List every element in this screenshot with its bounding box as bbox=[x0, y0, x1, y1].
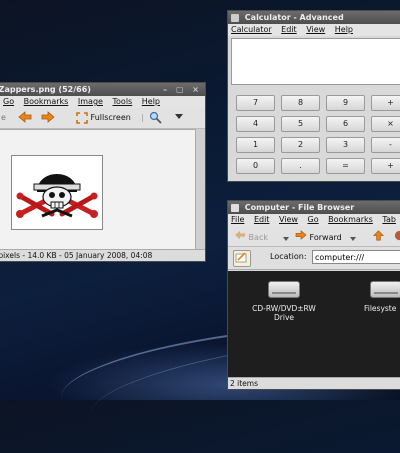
zoom-button[interactable] bbox=[149, 111, 162, 125]
menu-go[interactable]: Go bbox=[3, 97, 14, 106]
arrow-right-icon bbox=[41, 111, 55, 123]
arrow-up-icon bbox=[373, 230, 384, 241]
forward-button[interactable]: Forward bbox=[295, 230, 342, 242]
file-browser-title: Computer - File Browser bbox=[244, 203, 355, 212]
chevron-down-icon bbox=[175, 114, 183, 119]
viewer-toolbar: e Fullscreen | bbox=[0, 108, 205, 129]
image-canvas[interactable] bbox=[0, 129, 205, 249]
next-button[interactable] bbox=[41, 111, 55, 125]
fullscreen-button[interactable]: Fullscreen bbox=[76, 111, 131, 125]
location-input[interactable] bbox=[312, 250, 400, 264]
up-button[interactable] bbox=[373, 230, 384, 243]
viewer-titlebar[interactable]: zZappers.png (52/66) – ▢ × bbox=[0, 83, 205, 96]
hard-drive-icon bbox=[370, 281, 400, 298]
file-icon-view[interactable]: CD-RW/DVD±RW Drive Filesyste bbox=[228, 271, 400, 377]
edit-icon bbox=[235, 252, 247, 263]
menu-view[interactable]: View bbox=[279, 215, 298, 224]
location-label: Location: bbox=[270, 252, 307, 261]
menu-help[interactable]: Help bbox=[142, 97, 160, 106]
menu-edit[interactable]: Edit bbox=[254, 215, 270, 224]
menu-calculator[interactable]: Calculator bbox=[231, 25, 272, 34]
calculator-titlebar[interactable]: Calculator - Advanced bbox=[228, 11, 400, 24]
arrow-left-icon bbox=[18, 111, 32, 123]
location-bar: Location: bbox=[228, 247, 400, 270]
file-item-filesystem[interactable]: Filesyste bbox=[356, 281, 400, 313]
file-browser-window[interactable]: Computer - File Browser File Edit View G… bbox=[227, 200, 400, 390]
skull-crossbones-image bbox=[16, 174, 98, 218]
menu-view[interactable]: View bbox=[306, 25, 325, 34]
chevron-down-icon bbox=[283, 237, 289, 241]
viewer-window-controls[interactable]: – ▢ × bbox=[163, 83, 202, 96]
toggle-location-button[interactable] bbox=[233, 250, 251, 267]
menu-tabs[interactable]: Tab bbox=[382, 215, 396, 224]
previous-button[interactable] bbox=[18, 111, 32, 125]
arrow-right-icon bbox=[295, 230, 307, 240]
fullscreen-icon bbox=[76, 111, 88, 124]
file-browser-statusbar: 2 items bbox=[228, 377, 400, 389]
key-decimal[interactable]: . bbox=[281, 158, 320, 174]
file-item-cd-drive[interactable]: CD-RW/DVD±RW Drive bbox=[244, 281, 324, 322]
menu-bookmarks[interactable]: Bookmarks bbox=[328, 215, 373, 224]
key-9[interactable]: 9 bbox=[326, 95, 365, 111]
image-preview bbox=[11, 155, 103, 230]
image-viewer-window[interactable]: zZappers.png (52/66) – ▢ × Go Bookmarks … bbox=[0, 82, 206, 262]
file-browser-toolbar: Back Forward bbox=[228, 226, 400, 247]
menu-edit[interactable]: Edit bbox=[281, 25, 297, 34]
fullscreen-label: Fullscreen bbox=[90, 113, 131, 122]
calculator-display[interactable] bbox=[231, 38, 400, 85]
file-item-label: Filesyste bbox=[364, 304, 397, 313]
calculator-app-icon bbox=[231, 13, 239, 22]
viewer-menubar: Go Bookmarks Image Tools Help bbox=[0, 96, 205, 108]
key-add[interactable]: + bbox=[371, 158, 400, 174]
toolbar-partial-label[interactable]: e bbox=[1, 111, 6, 125]
file-browser-titlebar[interactable]: Computer - File Browser bbox=[228, 201, 400, 214]
key-5[interactable]: 5 bbox=[281, 116, 320, 132]
key-6[interactable]: 6 bbox=[326, 116, 365, 132]
key-0[interactable]: 0 bbox=[236, 158, 275, 174]
viewer-statusbar: t pixels - 14.0 KB - 05 January 2008, 04… bbox=[0, 249, 205, 261]
key-1[interactable]: 1 bbox=[236, 137, 275, 153]
viewer-title: zZappers.png (52/66) bbox=[0, 85, 91, 94]
menu-bookmarks[interactable]: Bookmarks bbox=[24, 97, 69, 106]
menu-help[interactable]: Help bbox=[335, 25, 353, 34]
menu-image[interactable]: Image bbox=[78, 97, 103, 106]
file-browser-menubar: File Edit View Go Bookmarks Tab bbox=[228, 214, 400, 226]
key-minus[interactable]: - bbox=[371, 137, 400, 153]
arrow-left-icon bbox=[235, 230, 245, 240]
menu-file[interactable]: File bbox=[231, 215, 244, 224]
zoom-icon bbox=[149, 111, 162, 124]
key-8[interactable]: 8 bbox=[281, 95, 320, 111]
calculator-menubar: Calculator Edit View Help bbox=[228, 24, 400, 36]
key-multiply[interactable]: × bbox=[371, 116, 400, 132]
file-item-label: CD-RW/DVD±RW Drive bbox=[252, 304, 316, 322]
key-4[interactable]: 4 bbox=[236, 116, 275, 132]
zoom-dropdown[interactable] bbox=[175, 111, 183, 125]
calculator-window[interactable]: Calculator - Advanced Calculator Edit Vi… bbox=[227, 10, 400, 182]
key-3[interactable]: 3 bbox=[326, 137, 365, 153]
menu-tools[interactable]: Tools bbox=[113, 97, 133, 106]
forward-history-dropdown[interactable] bbox=[350, 234, 356, 243]
key-equals[interactable]: = bbox=[326, 158, 365, 174]
forward-label: Forward bbox=[309, 233, 342, 242]
calculator-title: Calculator - Advanced bbox=[244, 13, 344, 22]
back-history-dropdown[interactable] bbox=[283, 234, 289, 243]
key-plus[interactable]: + bbox=[371, 95, 400, 111]
back-label: Back bbox=[248, 233, 268, 242]
key-2[interactable]: 2 bbox=[281, 137, 320, 153]
file-browser-app-icon bbox=[231, 203, 239, 212]
stop-button[interactable] bbox=[394, 230, 400, 243]
back-button[interactable]: Back bbox=[234, 230, 268, 242]
menu-go[interactable]: Go bbox=[308, 215, 319, 224]
chevron-down-icon bbox=[350, 237, 356, 241]
optical-drive-icon bbox=[268, 281, 300, 298]
stop-icon bbox=[394, 230, 400, 241]
toolbar-separator: | bbox=[141, 113, 144, 122]
key-7[interactable]: 7 bbox=[236, 95, 275, 111]
vertical-scrollbar[interactable] bbox=[195, 129, 205, 249]
